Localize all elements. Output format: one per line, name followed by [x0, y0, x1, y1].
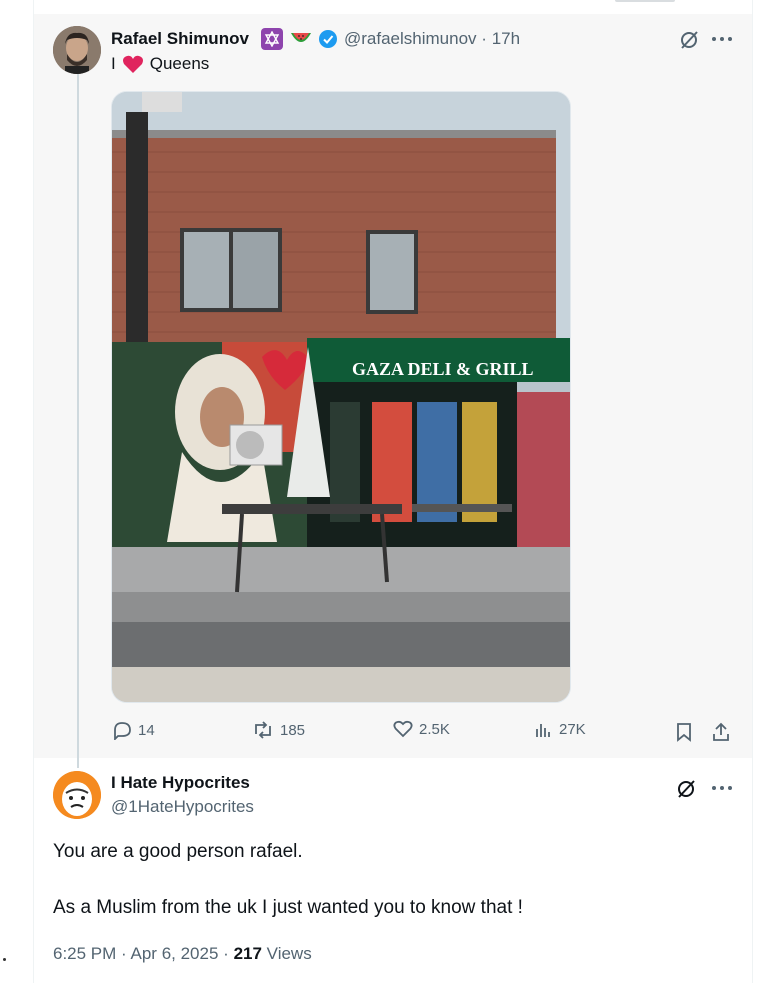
scroll-hint — [615, 0, 675, 2]
author-name[interactable]: Rafael Shimunov — [111, 29, 249, 49]
reply-icon — [114, 722, 131, 740]
reply-meta: 6:25 PM · Apr 6, 2025 · 217 Views — [53, 944, 312, 963]
post-time: 17h — [491, 29, 521, 48]
views-count: 27K — [559, 720, 586, 738]
reply-text-line1: You are a good person rafael. — [53, 841, 303, 862]
thread-connector-line — [77, 74, 79, 768]
watermelon-icon — [290, 31, 312, 50]
like-button[interactable]: 2.5K — [393, 720, 450, 738]
repost-count: 185 — [280, 721, 306, 739]
views-button[interactable]: 27K — [535, 720, 586, 738]
star-of-david-icon — [261, 28, 283, 50]
like-count: 2.5K — [419, 720, 450, 738]
reply-author-handle[interactable]: @1HateHypocrites — [111, 797, 254, 817]
share-icon[interactable] — [710, 721, 732, 743]
avatar-ihatehypocrites[interactable] — [53, 771, 101, 819]
reply-count: 14 — [138, 721, 155, 739]
post-text: I Queens — [111, 54, 210, 73]
reply-button[interactable]: 14 — [112, 720, 155, 740]
reply-time[interactable]: 6:25 PM — [53, 944, 116, 963]
reply-text-line2: As a Muslim from the uk I just wanted yo… — [53, 897, 523, 918]
reply-views-label: Views — [266, 944, 312, 963]
reply-date[interactable]: Apr 6, 2025 — [131, 944, 219, 963]
post-photo[interactable]: GAZA DELI & GRILL — [111, 91, 571, 703]
grok-icon[interactable] — [677, 28, 701, 52]
avatar-rafael[interactable] — [53, 26, 101, 74]
more-options-icon[interactable] — [709, 28, 735, 50]
sign-text: GAZA DELI & GRILL — [352, 359, 534, 379]
reply-more-options-icon[interactable] — [709, 777, 735, 799]
heart-icon — [393, 720, 413, 738]
heart-emoji-icon — [122, 55, 143, 73]
reply-grok-icon[interactable] — [674, 777, 698, 801]
reply-views-count: 217 — [233, 944, 262, 963]
margin-dot — [3, 958, 6, 961]
repost-button[interactable]: 185 — [252, 720, 305, 740]
verified-badge-icon — [318, 29, 338, 54]
bookmark-icon[interactable] — [674, 721, 694, 743]
repost-icon — [255, 721, 271, 739]
author-handle[interactable]: @rafaelshimunov · 17h — [344, 29, 520, 49]
analytics-icon — [536, 724, 550, 737]
reply-author-name[interactable]: I Hate Hypocrites — [111, 773, 250, 793]
